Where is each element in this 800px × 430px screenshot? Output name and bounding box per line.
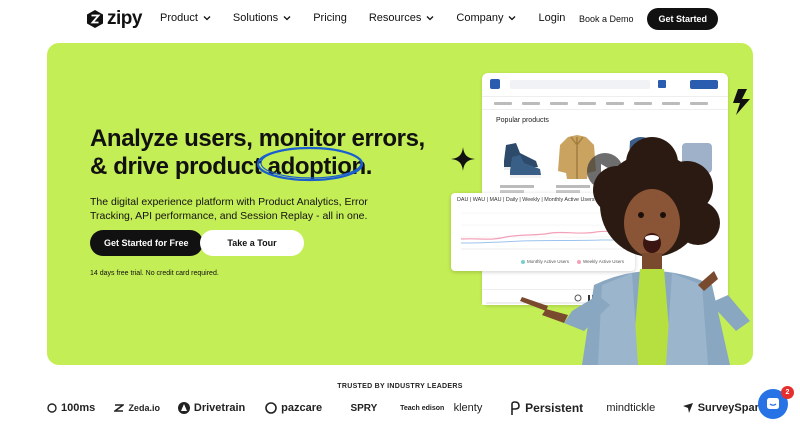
- woman-pointing-image: [520, 137, 750, 365]
- logo-text: pazcare: [281, 402, 323, 414]
- logo-pazcare: pazcare: [265, 402, 350, 414]
- get-started-free-button[interactable]: Get Started for Free: [90, 230, 203, 256]
- store-logo: [490, 79, 500, 89]
- nav-label: Resources: [368, 12, 422, 24]
- category: [578, 101, 596, 105]
- sparkle-icon: [451, 147, 475, 171]
- persistent-icon: [511, 401, 520, 415]
- cart-icon: [658, 80, 666, 88]
- nav-item-resources[interactable]: Resources: [369, 12, 435, 24]
- trial-note: 14 days free trial. No credit card requi…: [90, 270, 219, 277]
- drivetrain-icon: [177, 402, 190, 414]
- logo-surveysparrow: SurveySparr: [682, 402, 767, 414]
- logo-text: SPRY: [350, 402, 378, 414]
- surveysparrow-icon: [682, 403, 693, 413]
- top-nav: zipy Product Solutions Pricing Resources…: [0, 0, 800, 36]
- get-started-button[interactable]: Get Started: [647, 8, 718, 30]
- book-demo-link[interactable]: Book a Demo: [579, 14, 634, 24]
- logo-persistent: Persistent: [509, 401, 606, 415]
- category: [634, 101, 652, 105]
- nav-menu: Product Solutions Pricing Resources Comp…: [160, 12, 587, 24]
- nav-item-pricing[interactable]: Pricing: [313, 12, 347, 24]
- logo-text: 100ms: [61, 402, 96, 414]
- hero-section: Analyze users, monitor errors, & drive p…: [47, 43, 753, 365]
- category: [606, 101, 624, 105]
- logo-text: klenty: [453, 402, 483, 414]
- 100ms-icon: [47, 403, 57, 413]
- logo-zedaio: Zeda.io: [114, 403, 177, 413]
- logo-text: mindtickle: [606, 402, 656, 414]
- store-header: [482, 73, 728, 97]
- logo-teach-edison: Teach edison: [400, 405, 454, 412]
- logo-text: Zeda.io: [128, 403, 160, 413]
- logo-text: Drivetrain: [193, 402, 246, 414]
- logo-text: Persistent: [525, 401, 584, 415]
- logo-klenty: klenty: [454, 402, 510, 414]
- store-search-bar: [510, 80, 650, 89]
- category: [550, 101, 568, 105]
- logo-mindtickle: mindtickle: [606, 402, 681, 414]
- hero-subtext: The digital experience platform with Pro…: [90, 196, 368, 222]
- nav-item-login[interactable]: Login: [538, 12, 565, 24]
- nav-actions: Book a Demo Get Started: [579, 8, 718, 30]
- nav-label: Pricing: [313, 12, 347, 24]
- zipy-logo[interactable]: zipy: [87, 8, 142, 30]
- chevron-down-icon: [426, 16, 434, 21]
- store-categories: [482, 97, 728, 110]
- category: [522, 101, 540, 105]
- nav-item-company[interactable]: Company: [456, 12, 516, 24]
- nav-item-solutions[interactable]: Solutions: [233, 12, 291, 24]
- chat-notification-badge: 2: [781, 386, 794, 399]
- popular-products-heading: Popular products: [496, 117, 549, 124]
- logo-text: zipy: [107, 8, 142, 29]
- store-signin-button: [690, 80, 718, 89]
- lightning-icon: [733, 89, 750, 115]
- nav-label: Solutions: [232, 12, 279, 24]
- zipy-logo-icon: [87, 10, 103, 28]
- customer-logos: 100ms Zeda.io Drivetrain pazcare SPRY Te…: [47, 398, 767, 418]
- category: [662, 101, 680, 105]
- category: [690, 101, 708, 105]
- nav-label: Product: [160, 12, 198, 24]
- nav-label: Login: [538, 12, 566, 24]
- logo-100ms: 100ms: [47, 402, 114, 414]
- chevron-down-icon: [283, 16, 291, 21]
- nav-label: Company: [456, 12, 504, 24]
- logo-text: Teach edison: [400, 404, 445, 412]
- zedaio-icon: [114, 404, 125, 412]
- trusted-heading: TRUSTED BY INDUSTRY LEADERS: [337, 383, 463, 390]
- logo-text: SurveySparr: [697, 402, 764, 414]
- chevron-down-icon: [509, 16, 516, 21]
- headline-prefix: & drive product: [90, 153, 268, 180]
- take-tour-button[interactable]: Take a Tour: [200, 230, 304, 256]
- category: [494, 101, 512, 105]
- logo-spry: SPRY: [350, 403, 400, 414]
- chevron-down-icon: [203, 16, 211, 21]
- highlight-ring: [256, 146, 364, 182]
- logo-drivetrain: Drivetrain: [177, 402, 265, 414]
- nav-item-product[interactable]: Product: [160, 12, 211, 24]
- pazcare-icon: [265, 402, 277, 414]
